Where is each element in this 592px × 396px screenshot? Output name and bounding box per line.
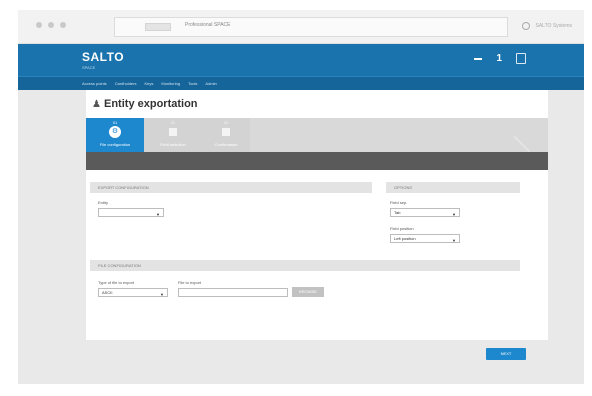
main-content: ♟ Entity exportation 01 ⚙ File configura… (86, 90, 548, 340)
field-position-select[interactable]: Left position ▼ (390, 234, 460, 243)
wizard-step-field-selection[interactable]: 02 Field selection (144, 118, 202, 152)
chevron-down-icon: ▼ (156, 212, 160, 217)
entity-select[interactable]: ▼ (98, 208, 164, 217)
browser-right-text: SALTO Systems (535, 23, 573, 29)
page-header: ♟ Entity exportation (86, 90, 548, 118)
file-config-header: FILE CONFIGURATION (90, 260, 520, 271)
chevron-down-icon: ▼ (452, 238, 456, 243)
step-number: 01 (112, 120, 118, 125)
file-to-export-input[interactable] (178, 288, 288, 297)
chevron-down-icon: ▼ (160, 292, 164, 297)
options-header: OPTIONS (386, 182, 520, 193)
wizard-steps: 01 ⚙ File configuration 02 Field selecti… (86, 118, 548, 153)
document-icon[interactable] (516, 53, 526, 64)
step-label: Confirmation (214, 142, 238, 147)
minimize-dot-icon[interactable] (48, 22, 54, 28)
top-bar-actions: 1 (474, 53, 526, 64)
menu-item-access-points[interactable]: Access points (82, 81, 107, 86)
address-text: Professional SPACE (185, 22, 231, 28)
field-position-label: Field position (390, 226, 414, 231)
step-number: 02 (170, 120, 176, 125)
menu-item-monitoring[interactable]: Monitoring (161, 81, 180, 86)
search-icon[interactable] (521, 22, 530, 30)
maximize-dot-icon[interactable] (60, 22, 66, 28)
address-bar[interactable]: Professional SPACE (114, 17, 508, 37)
file-type-select[interactable]: ASCII ▼ (98, 288, 168, 297)
browser-chrome: Professional SPACE SALTO Systems (18, 10, 584, 44)
wizard-band (86, 152, 548, 170)
field-sep-select[interactable]: Tab ▼ (390, 208, 460, 217)
minus-icon[interactable] (474, 57, 483, 60)
page-title: Entity exportation (104, 98, 198, 110)
app-window: SALTO SPACE 1 Access points Cardholders … (18, 44, 584, 384)
menu-item-admin[interactable]: Admin (205, 81, 216, 86)
file-to-export-label: File to export (178, 280, 202, 285)
address-chip (145, 23, 171, 31)
step-label: Field selection (160, 142, 186, 147)
salto-logo[interactable]: SALTO (82, 50, 124, 64)
close-dot-icon[interactable] (36, 22, 42, 28)
step-label: File configuration (99, 142, 131, 147)
window-controls (36, 22, 66, 28)
top-bar: SALTO SPACE 1 (18, 44, 584, 76)
wizard-step-confirmation[interactable]: 03 Confirmation (202, 118, 250, 152)
step-number: 03 (223, 120, 229, 125)
menu-item-cardholders[interactable]: Cardholders (115, 81, 137, 86)
menu-item-keys[interactable]: Keys (144, 81, 153, 86)
check-icon (222, 128, 230, 136)
file-type-label: Type of file to export (98, 280, 135, 285)
browse-button[interactable]: BROWSE (292, 287, 324, 297)
gear-icon: ⚙ (109, 126, 121, 138)
chevron-down-icon: ▼ (452, 212, 456, 217)
browser-right: SALTO Systems (521, 22, 573, 30)
list-icon (169, 128, 177, 136)
users-icon: ♟ (92, 99, 101, 110)
user-count[interactable]: 1 (496, 53, 502, 64)
export-config-header: EXPORT CONFIGURATION (90, 182, 372, 193)
menu-item-tools[interactable]: Tools (188, 81, 197, 86)
field-sep-label: Field sep. (390, 200, 408, 205)
wizard-decoration-icon (513, 121, 545, 153)
wizard-step-file-configuration[interactable]: 01 ⚙ File configuration (86, 118, 144, 152)
logo-subtitle: SPACE (82, 65, 96, 70)
main-menu: Access points Cardholders Keys Monitorin… (18, 76, 584, 90)
entity-label: Entity (98, 200, 109, 205)
next-button[interactable]: NEXT (486, 348, 526, 360)
